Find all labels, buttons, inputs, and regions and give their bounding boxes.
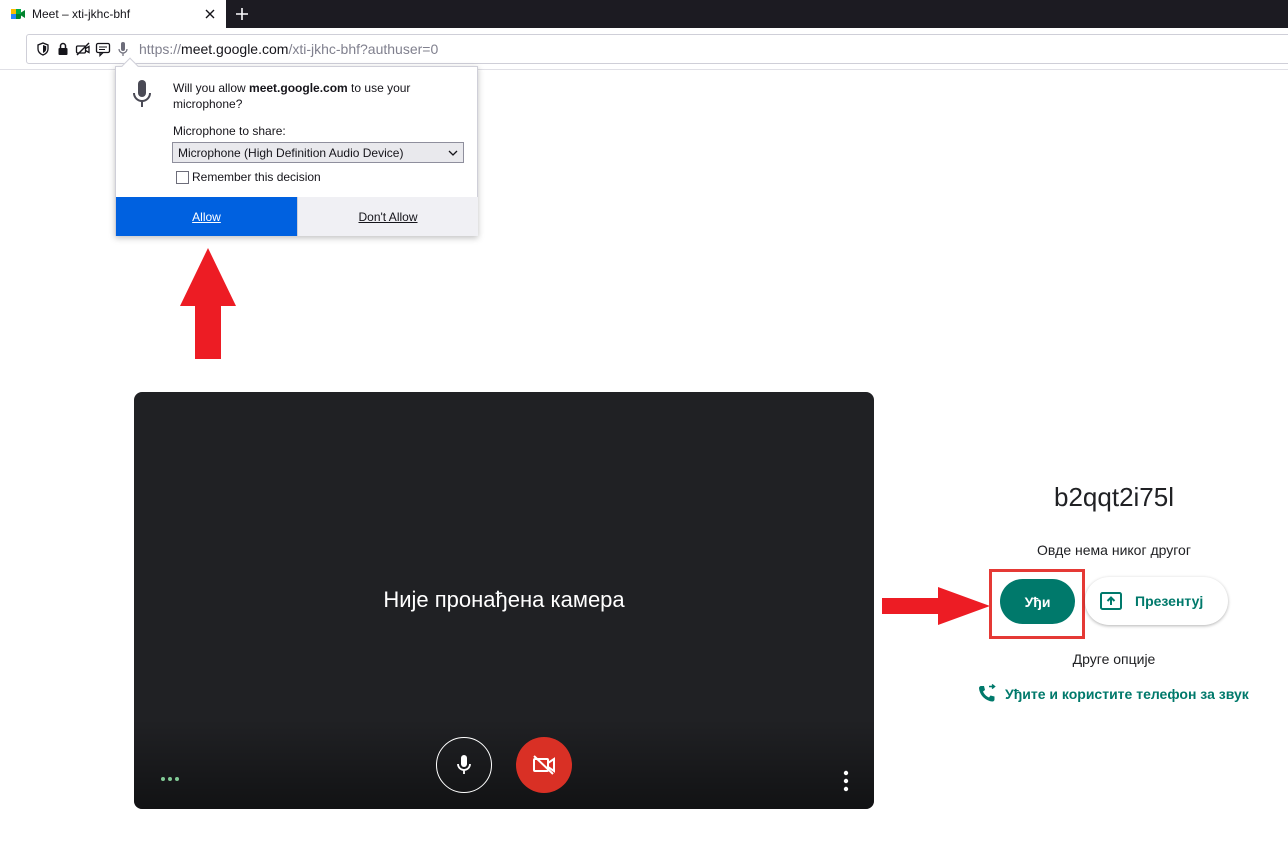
tab-strip: Meet – xti-jkhc-bhf (0, 0, 1288, 28)
other-options-heading: Друге опције (1072, 651, 1156, 667)
microphone-toggle-button[interactable] (436, 737, 492, 793)
dont-allow-button[interactable]: Don't Allow (297, 197, 478, 236)
remember-label: Remember this decision (192, 170, 321, 184)
video-preview: Није пронађена камера (134, 392, 874, 809)
present-label: Презентуј (1135, 593, 1204, 609)
device-label: Microphone to share: (173, 124, 286, 138)
present-screen-icon (1100, 592, 1122, 610)
dont-allow-label: Don't Allow (358, 209, 418, 224)
join-button[interactable]: Уђи (1000, 579, 1075, 624)
join-by-phone-label: Уђите и користите телефон за звук (1005, 686, 1249, 702)
checkbox-box[interactable] (176, 170, 189, 184)
no-camera-message: Није пронађена камера (383, 587, 625, 612)
navigation-toolbar: https://meet.google.com/xti-jkhc-bhf?aut… (0, 28, 1288, 70)
more-options-icon[interactable] (842, 770, 850, 792)
camera-blocked-icon[interactable] (75, 41, 91, 57)
preview-gradient (134, 719, 874, 809)
chevron-down-icon (448, 150, 458, 156)
microphone-device-select[interactable]: Microphone (High Definition Audio Device… (172, 142, 464, 163)
notification-icon[interactable] (95, 41, 111, 57)
camera-toggle-button[interactable] (516, 737, 572, 793)
annotation-arrow-up-icon (180, 248, 236, 359)
present-button[interactable]: Презентуј (1085, 577, 1228, 625)
microphone-icon[interactable] (115, 41, 131, 57)
camera-off-icon (533, 755, 555, 775)
tab-close-icon[interactable] (202, 6, 218, 22)
annotation-arrow-right-icon (882, 587, 990, 625)
remember-decision-checkbox[interactable]: Remember this decision (176, 170, 321, 184)
permission-message: Will you allow meet.google.com to use yo… (173, 81, 411, 111)
new-tab-icon[interactable] (232, 4, 252, 24)
microphone-permission-popup: Will you allow meet.google.com to use yo… (115, 57, 478, 236)
device-selected-value: Microphone (High Definition Audio Device… (178, 145, 404, 160)
phone-forward-icon (979, 684, 996, 702)
url-text[interactable]: https://meet.google.com/xti-jkhc-bhf?aut… (139, 41, 438, 57)
participants-status: Овде нема никог другог (1037, 542, 1191, 558)
meeting-code: b2qqt2i75l (1054, 482, 1174, 512)
lock-icon[interactable] (55, 41, 71, 57)
microphone-icon (457, 755, 471, 774)
address-bar[interactable]: https://meet.google.com/xti-jkhc-bhf?aut… (26, 34, 1288, 64)
tab-title: Meet – xti-jkhc-bhf (32, 7, 131, 21)
visual-effects-icon[interactable] (160, 775, 180, 783)
join-by-phone-link[interactable]: Уђите и користите телефон за звук (977, 684, 1249, 704)
shield-icon[interactable] (35, 41, 51, 57)
google-meet-icon (11, 9, 25, 19)
microphone-icon (133, 80, 151, 107)
tab-meet[interactable]: Meet – xti-jkhc-bhf (0, 0, 226, 28)
allow-button[interactable]: Allow (116, 197, 297, 236)
